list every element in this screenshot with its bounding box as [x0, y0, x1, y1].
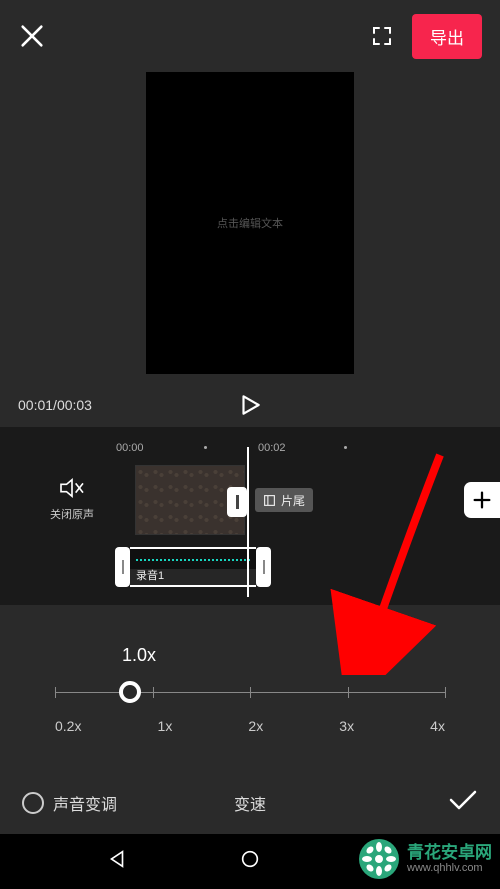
speed-current-value: 1.0x	[122, 645, 445, 666]
play-icon[interactable]	[237, 392, 263, 418]
pitch-toggle[interactable]: 声音变调	[22, 791, 117, 815]
speed-slider[interactable]	[55, 680, 445, 706]
bottom-action-bar: 声音变调 变速	[0, 775, 500, 834]
playback-controls: 00:01/00:03	[0, 382, 500, 427]
watermark-url: www.qhhlv.com	[407, 862, 492, 874]
clip-trim-handle[interactable]	[227, 487, 247, 517]
mute-original-audio-button[interactable]: 关闭原声	[50, 477, 94, 522]
ending-clip-chip[interactable]: 片尾	[255, 488, 313, 512]
waveform	[136, 559, 250, 561]
panel-title: 变速	[234, 791, 266, 815]
watermark-logo-icon	[357, 837, 401, 881]
add-clip-button[interactable]	[464, 482, 500, 518]
watermark-title: 青花安卓网	[407, 844, 492, 863]
video-track[interactable]: 片尾	[135, 465, 313, 535]
mute-label: 关闭原声	[50, 506, 94, 522]
radio-icon	[22, 792, 44, 814]
nav-home-icon[interactable]	[239, 848, 261, 875]
video-preview[interactable]: 点击编辑文本	[146, 72, 354, 374]
clip-right-handle[interactable]	[256, 547, 271, 587]
slider-tick-labels: 0.2x 1x 2x 3x 4x	[55, 718, 445, 734]
clip-left-handle[interactable]	[115, 547, 130, 587]
audio-clip-label: 录音1	[136, 567, 164, 583]
pitch-toggle-label: 声音变调	[53, 791, 117, 815]
timecode: 00:01/00:03	[18, 397, 92, 413]
fullscreen-icon[interactable]	[370, 24, 394, 48]
timeline[interactable]: 00:00 00:02 关闭原声 片尾 录音1	[0, 427, 500, 605]
nav-back-icon[interactable]	[106, 848, 128, 875]
audio-clip-body[interactable]: 录音1	[130, 547, 256, 587]
preview-area: 点击编辑文本	[0, 72, 500, 382]
slider-thumb[interactable]	[119, 681, 141, 703]
edit-text-hint: 点击编辑文本	[217, 215, 283, 231]
watermark: 青花安卓网 www.qhhlv.com	[357, 837, 492, 881]
close-icon[interactable]	[18, 22, 46, 50]
time-ruler: 00:00 00:02	[0, 437, 500, 459]
export-button[interactable]: 导出	[412, 14, 482, 59]
top-toolbar: 导出	[0, 0, 500, 72]
playhead[interactable]	[247, 447, 249, 597]
confirm-button[interactable]	[448, 789, 478, 816]
speed-slider-panel: 1.0x 0.2x 1x 2x 3x 4x	[0, 605, 500, 752]
